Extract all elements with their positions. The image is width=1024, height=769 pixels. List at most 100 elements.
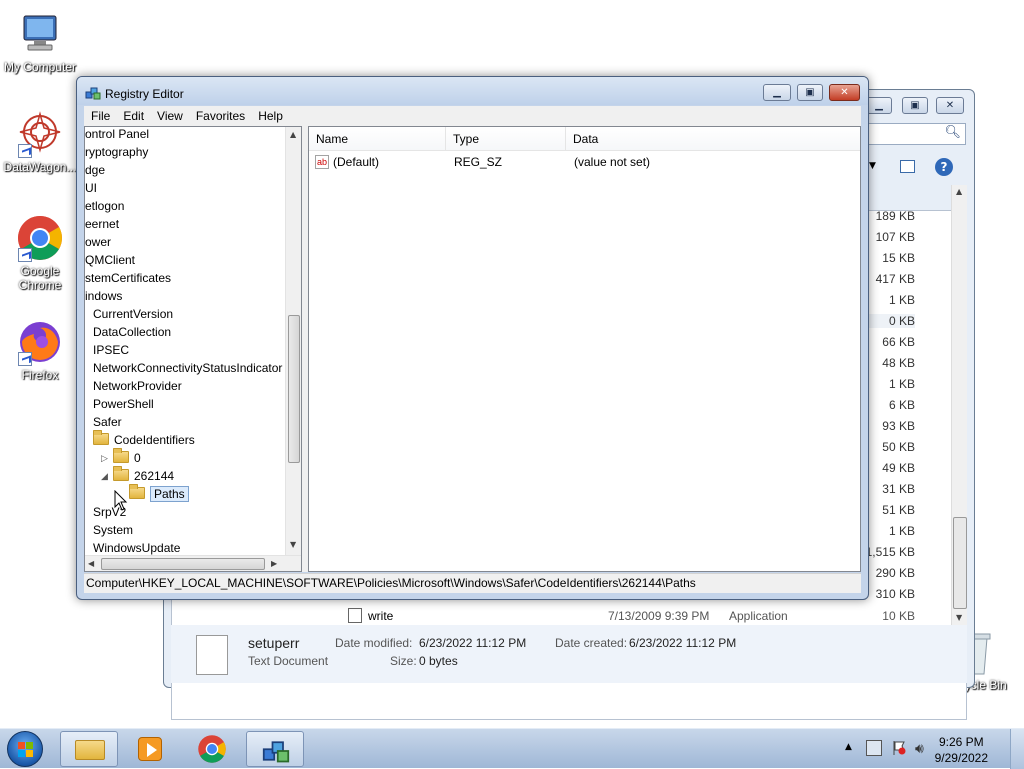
scrollbar-thumb[interactable] bbox=[953, 517, 967, 609]
desktop-icon-firefox[interactable]: Firefox bbox=[0, 318, 80, 382]
tree-horizontal-scrollbar[interactable]: ◀ ▶ bbox=[85, 555, 301, 571]
tree-node[interactable]: dge bbox=[85, 161, 105, 179]
tree-node-label: Paths bbox=[150, 486, 189, 502]
scroll-right-arrow-icon[interactable]: ▶ bbox=[271, 559, 277, 568]
views-dropdown-icon[interactable]: ▼ bbox=[869, 161, 876, 171]
network-icon[interactable] bbox=[866, 740, 882, 756]
scroll-up-arrow-icon[interactable]: ▲ bbox=[290, 130, 296, 139]
close-button[interactable]: ✕ bbox=[829, 84, 860, 101]
clock-date: 9/29/2022 bbox=[934, 751, 988, 765]
tree-node[interactable]: CurrentVersion bbox=[93, 305, 173, 323]
tree-node[interactable]: NetworkProvider bbox=[93, 377, 182, 395]
tree-node-label: System bbox=[93, 523, 134, 537]
taskbar-explorer-button[interactable] bbox=[60, 731, 118, 767]
explorer-maximize-button[interactable]: ▣ bbox=[902, 97, 928, 114]
column-header-type[interactable]: Type bbox=[446, 127, 566, 151]
tree-node[interactable]: ◢ 262144 bbox=[101, 466, 175, 485]
tree-node[interactable]: CodeIdentifiers bbox=[93, 430, 195, 449]
tree-node[interactable]: Paths bbox=[129, 484, 189, 503]
menu-help[interactable]: Help bbox=[251, 106, 289, 126]
desktop-icon-my-computer[interactable]: My Computer bbox=[0, 10, 80, 74]
shortcut-arrow-icon bbox=[18, 352, 32, 366]
menu-favorites[interactable]: Favorites bbox=[189, 106, 251, 126]
tree-node[interactable]: ontrol Panel bbox=[85, 127, 150, 143]
tree-node[interactable]: etlogon bbox=[85, 197, 124, 215]
value-row[interactable]: ab (Default) REG_SZ (value not set) bbox=[309, 152, 860, 172]
tree-node-label: 262144 bbox=[134, 469, 175, 483]
tree-node-content: CodeIdentifiers bbox=[93, 430, 195, 447]
preview-pane-icon[interactable] bbox=[900, 160, 915, 173]
action-center-flag-icon[interactable] bbox=[892, 740, 906, 756]
tree-node-label: CurrentVersion bbox=[93, 307, 174, 321]
tree-node[interactable]: indows bbox=[85, 287, 122, 305]
tree-node[interactable]: ryptography bbox=[85, 143, 148, 161]
scroll-down-arrow-icon[interactable]: ▼ bbox=[290, 540, 296, 549]
value-name: (Default) bbox=[333, 155, 380, 169]
registry-editor-titlebar[interactable]: Registry Editor ▁ ▣ ✕ bbox=[77, 77, 868, 105]
tree-node[interactable]: PowerShell bbox=[93, 395, 154, 413]
tree-node-content: 262144 bbox=[113, 466, 175, 483]
tree-node[interactable]: ▷ 0 bbox=[101, 448, 141, 467]
help-icon[interactable]: ? bbox=[935, 158, 953, 176]
taskbar-media-player-button[interactable] bbox=[122, 731, 180, 767]
tree-node-label: IPSEC bbox=[93, 343, 130, 357]
desktop-icon-google-chrome[interactable]: Google Chrome bbox=[0, 214, 80, 292]
tree-node-content: Safer bbox=[93, 415, 122, 429]
explorer-close-button[interactable]: ✕ bbox=[936, 97, 964, 114]
computer-icon bbox=[16, 10, 64, 58]
tree-node[interactable]: System bbox=[93, 521, 133, 539]
details-size-label: Size: bbox=[390, 654, 417, 668]
tree-node[interactable]: NetworkConnectivityStatusIndicator bbox=[93, 359, 282, 377]
explorer-last-row[interactable]: write 7/13/2009 9:39 PM Application 10 K… bbox=[346, 606, 918, 626]
scroll-left-arrow-icon[interactable]: ◀ bbox=[88, 559, 94, 568]
tree-node-label: NetworkProvider bbox=[93, 379, 182, 393]
scrollbar-thumb[interactable] bbox=[101, 558, 265, 570]
tree-vertical-scrollbar[interactable]: ▲ ▼ bbox=[285, 127, 301, 555]
taskbar-registry-editor-button[interactable] bbox=[246, 731, 304, 767]
tree-node[interactable]: IPSEC bbox=[93, 341, 129, 359]
tree-node-label: ontrol Panel bbox=[85, 127, 150, 141]
clock[interactable]: 9:26 PM 9/29/2022 bbox=[935, 734, 988, 766]
column-header-name[interactable]: Name bbox=[309, 127, 446, 151]
tree-node[interactable]: Safer bbox=[93, 413, 122, 431]
explorer-vertical-scrollbar[interactable]: ▲ ▼ bbox=[951, 185, 967, 625]
menu-bar: File Edit View Favorites Help bbox=[84, 106, 861, 126]
tree-node-label: stemCertificates bbox=[85, 271, 172, 285]
explorer-search-box[interactable]: 🔍︎ bbox=[864, 123, 966, 145]
details-file-icon bbox=[196, 635, 228, 675]
tree-node[interactable]: QMClient bbox=[85, 251, 135, 269]
tree-node-content: Paths bbox=[129, 484, 189, 502]
search-icon: 🔍︎ bbox=[944, 125, 961, 140]
expand-arrow-icon[interactable]: ▷ bbox=[101, 449, 108, 467]
explorer-minimize-button[interactable]: ▁ bbox=[866, 97, 892, 114]
collapse-arrow-icon[interactable]: ◢ bbox=[101, 467, 108, 485]
tree-node[interactable]: eernet bbox=[85, 215, 119, 233]
maximize-button[interactable]: ▣ bbox=[797, 84, 823, 101]
string-value-icon: ab bbox=[315, 155, 329, 169]
column-header-data[interactable]: Data bbox=[566, 127, 860, 151]
tree-node-content: WindowsUpdate bbox=[93, 541, 180, 555]
media-player-icon bbox=[138, 737, 162, 761]
volume-icon[interactable]: 🔊︎ bbox=[915, 741, 924, 757]
minimize-button[interactable]: ▁ bbox=[763, 84, 791, 101]
show-hidden-icons-icon[interactable]: ▲ bbox=[845, 742, 852, 752]
menu-file[interactable]: File bbox=[84, 106, 116, 126]
show-desktop-button[interactable] bbox=[1010, 729, 1024, 769]
status-bar-path: Computer\HKEY_LOCAL_MACHINE\SOFTWARE\Pol… bbox=[84, 573, 861, 593]
taskbar-chrome-button[interactable] bbox=[184, 731, 242, 767]
start-button[interactable] bbox=[7, 731, 43, 767]
tree-node-content: IPSEC bbox=[93, 343, 129, 357]
tree-node[interactable]: stemCertificates bbox=[85, 269, 171, 287]
tree-node[interactable]: ower bbox=[85, 233, 111, 251]
menu-edit[interactable]: Edit bbox=[116, 106, 150, 126]
tree-node[interactable]: DataCollection bbox=[93, 323, 171, 341]
scrollbar-thumb[interactable] bbox=[288, 315, 300, 463]
tree-node[interactable]: UI bbox=[85, 179, 97, 197]
file-size: 10 KB bbox=[882, 609, 915, 623]
menu-view[interactable]: View bbox=[150, 106, 189, 126]
scroll-down-arrow-icon[interactable]: ▼ bbox=[956, 613, 962, 622]
details-size: 0 bytes bbox=[419, 654, 458, 668]
folder-icon bbox=[75, 740, 105, 760]
desktop-icon-datawagon[interactable]: DataWagon... bbox=[0, 110, 80, 174]
scroll-up-arrow-icon[interactable]: ▲ bbox=[956, 187, 962, 196]
